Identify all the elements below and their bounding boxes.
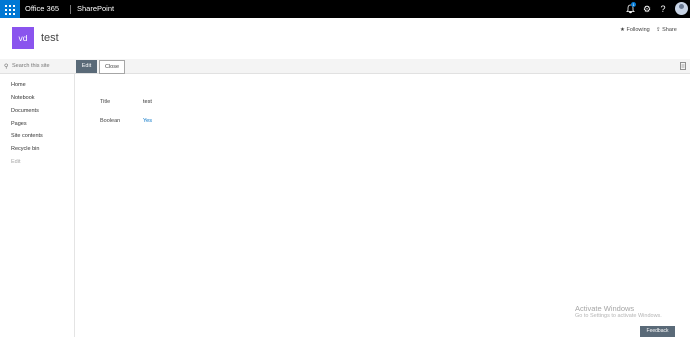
gear-icon[interactable]: ⚙ (641, 3, 653, 15)
nav-item-notebook[interactable]: Notebook (11, 95, 35, 101)
help-icon[interactable]: ? (657, 3, 669, 15)
field-label-boolean: Boolean (100, 118, 121, 124)
suite-bar: Office 365 SharePoint 1 ⚙ ? (0, 0, 690, 18)
suite-separator (70, 5, 71, 14)
following-label: Following (626, 27, 650, 33)
nav-item-documents[interactable]: Documents (11, 108, 39, 114)
search-input[interactable] (12, 61, 72, 71)
feedback-button[interactable]: Feedback (640, 326, 675, 337)
share-label: Share (662, 27, 677, 33)
nav-item-pages[interactable]: Pages (11, 121, 27, 127)
share-button[interactable]: ⇪ Share (656, 27, 677, 33)
field-label-title: Title (100, 99, 111, 105)
search-icon[interactable]: ⚲ (4, 63, 8, 70)
nav-item-home[interactable]: Home (11, 82, 26, 88)
nav-edit-link[interactable]: Edit (11, 159, 20, 165)
field-value-boolean: Yes (143, 118, 152, 124)
field-value-title: test (143, 99, 152, 105)
site-title[interactable]: test (41, 32, 59, 44)
notification-badge: 1 (631, 2, 636, 7)
edit-button[interactable]: Edit (76, 60, 97, 73)
user-avatar[interactable] (675, 2, 688, 15)
nav-item-recycle-bin[interactable]: Recycle bin (11, 146, 39, 152)
app-launcher-icon[interactable] (0, 0, 20, 18)
nav-item-site-contents[interactable]: Site contents (11, 133, 43, 139)
office365-brand[interactable]: Office 365 (25, 4, 59, 13)
site-logo[interactable]: vd (12, 27, 34, 49)
activate-windows-title: Activate Windows (575, 304, 635, 313)
star-icon: ★ (620, 27, 625, 33)
close-button[interactable]: Close (99, 60, 125, 74)
share-icon: ⇪ (656, 27, 661, 33)
following-button[interactable]: ★ Following (620, 27, 650, 33)
sharepoint-app-link[interactable]: SharePoint (77, 4, 114, 13)
ribbon-page-icon[interactable] (680, 62, 686, 70)
activate-windows-subtitle: Go to Settings to activate Windows. (575, 313, 662, 319)
